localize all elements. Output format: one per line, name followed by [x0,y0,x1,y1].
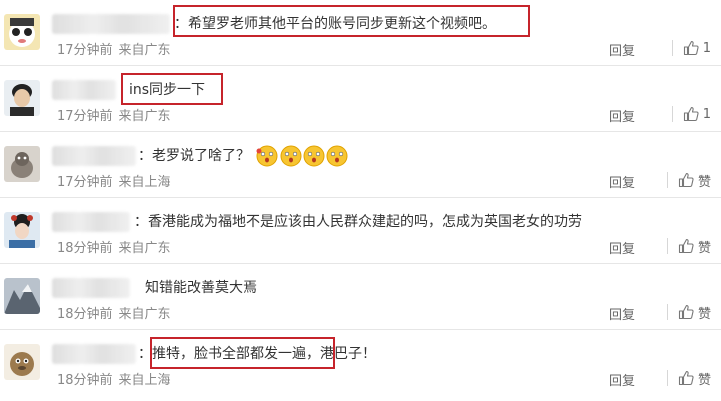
like-button[interactable]: 赞 [666,234,711,258]
comment-source: 来自广东 [118,43,171,58]
comment-source: 来自广东 [118,307,171,322]
thumbs-up-icon [678,172,694,188]
like-button[interactable]: 赞 [666,168,711,192]
surprised-face-emoji [280,145,302,167]
comment-item: ：香港能成为福地不是应该由人民群众建起的吗，怎成为英国老女的功劳 18分钟前 来自… [0,198,721,264]
thumbs-up-icon [678,304,694,320]
username-blurred[interactable] [52,80,116,100]
divider [666,370,668,386]
comment-source: 来自上海 [118,175,171,190]
comment-time: 17分钟前 [57,175,113,190]
surprised-face-emoji [326,145,348,167]
comment-item: ：老罗说了啥了？ 17分钟前 来自上海 回复 赞 [0,132,721,198]
like-button[interactable]: 1 [671,36,711,60]
username-blurred[interactable] [52,278,130,298]
thumbs-up-icon [683,40,699,56]
reply-button[interactable]: 回复 [609,370,635,389]
comment-meta: 17分钟前 来自广东 [57,105,177,124]
reply-button[interactable]: 回复 [609,238,635,257]
comment-text: ：老罗说了啥了？ [138,148,250,164]
comment-meta: 17分钟前 来自广东 [57,39,177,58]
divider [666,304,668,320]
like-count: 赞 [697,174,711,190]
comment-meta: 18分钟前 来自上海 [57,369,177,388]
username-blurred[interactable] [52,146,136,166]
divider [666,238,668,254]
like-button[interactable]: 赞 [666,300,711,324]
comment-item: ：推特，脸书全部都发一遍，港巴子！ 18分钟前 来自上海 回复 赞 [0,330,721,396]
avatar[interactable] [4,278,40,314]
comment-time: 18分钟前 [57,241,113,256]
avatar[interactable] [4,212,40,248]
highlight-box [173,5,530,37]
reply-button[interactable]: 回复 [609,304,635,323]
thumbs-up-icon [683,106,699,122]
comment-item: ins同步一下 17分钟前 来自广东 回复 1 [0,66,721,132]
comment-item: 知错能改善莫大焉 18分钟前 来自广东 回复 赞 [0,264,721,330]
comment-meta: 18分钟前 来自广东 [57,303,177,322]
like-count: 赞 [697,306,711,322]
avatar[interactable] [4,14,40,50]
avatar[interactable] [4,344,40,380]
divider [671,106,673,122]
highlight-box [121,73,223,105]
comment-time: 18分钟前 [57,373,113,388]
comment-source: 来自广东 [118,109,171,124]
username-blurred[interactable] [52,344,136,364]
like-count: 赞 [697,372,711,388]
surprised-face-emoji [256,145,278,167]
thumbs-up-icon [678,238,694,254]
avatar[interactable] [4,146,40,182]
username-blurred[interactable] [52,14,170,34]
thumbs-up-icon [678,370,694,386]
like-button[interactable]: 1 [671,102,711,126]
comment-source: 来自广东 [118,241,171,256]
reply-button[interactable]: 回复 [609,40,635,59]
reply-button[interactable]: 回复 [609,172,635,191]
comment-source: 来自上海 [118,373,171,388]
comment-time: 17分钟前 [57,43,113,58]
like-count: 赞 [697,240,711,256]
avatar[interactable] [4,80,40,116]
comment-row: ：老罗说了啥了？ [138,144,348,168]
surprised-face-emoji [303,145,325,167]
comment-time: 18分钟前 [57,307,113,322]
divider [666,172,668,188]
highlight-box [150,337,335,369]
like-count: 1 [702,106,711,122]
reply-button[interactable]: 回复 [609,106,635,125]
like-count: 1 [702,40,711,56]
comment-text: ：香港能成为福地不是应该由人民群众建起的吗，怎成为英国老女的功劳 [134,214,582,230]
username-blurred[interactable] [52,212,130,232]
comment-meta: 17分钟前 来自上海 [57,171,177,190]
divider [671,40,673,56]
comment-time: 17分钟前 [57,109,113,124]
comment-meta: 18分钟前 来自广东 [57,237,177,256]
like-button[interactable]: 赞 [666,366,711,390]
comment-text: 知错能改善莫大焉 [145,280,257,296]
